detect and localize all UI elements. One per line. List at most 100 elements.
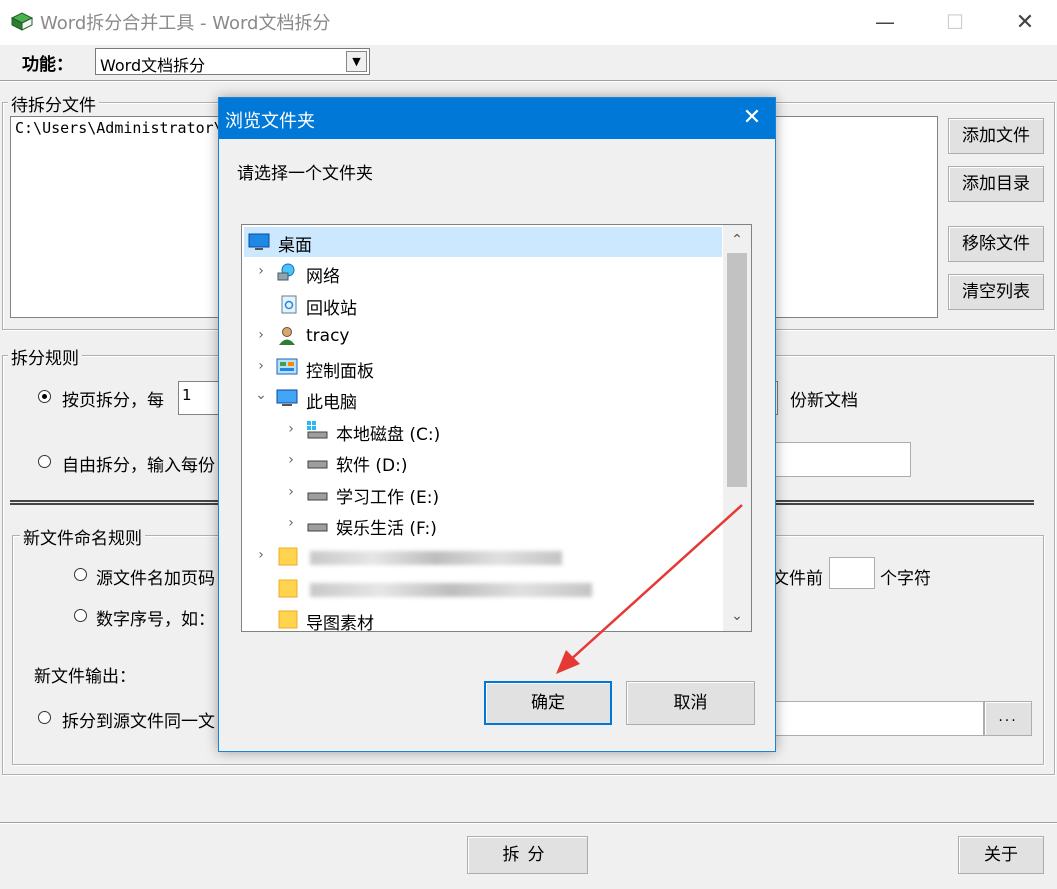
files-group-legend: 待拆分文件 bbox=[8, 91, 99, 116]
before-label: 文件前 bbox=[772, 569, 823, 589]
chevron-right-icon[interactable]: › bbox=[284, 452, 298, 468]
close-button[interactable]: ✕ bbox=[990, 0, 1057, 45]
ok-button[interactable]: 确定 bbox=[484, 681, 612, 725]
chars-label: 个字符 bbox=[880, 569, 931, 589]
chevron-right-icon[interactable]: › bbox=[254, 547, 268, 563]
tree-item-this-pc[interactable]: ⌄ 此电脑 bbox=[244, 384, 722, 414]
book-icon bbox=[10, 12, 34, 31]
remove-file-button[interactable]: 移除文件 bbox=[948, 226, 1044, 262]
minimize-button[interactable]: — bbox=[850, 0, 920, 45]
chevron-right-icon[interactable]: › bbox=[284, 515, 298, 531]
split-button[interactable]: 拆分 bbox=[467, 836, 588, 874]
tree-item-mind-map[interactable]: 导图素材 bbox=[244, 605, 722, 632]
tree-item-label: 回收站 bbox=[306, 299, 357, 319]
tree-item-drive-c[interactable]: › 本地磁盘 (C:) bbox=[244, 416, 722, 446]
free-split-radio[interactable] bbox=[38, 455, 51, 468]
tree-item-label: 网络 bbox=[306, 267, 340, 287]
chevron-right-icon[interactable]: › bbox=[284, 421, 298, 437]
tree-item-drive-f[interactable]: › 娱乐生活 (F:) bbox=[244, 510, 722, 540]
title-bar: Word拆分合并工具 - Word文档拆分 — ☐ ✕ bbox=[0, 0, 1057, 45]
drive-icon bbox=[307, 460, 328, 469]
blurred-text bbox=[310, 583, 592, 597]
same-folder-label: 拆分到源文件同一文 bbox=[62, 712, 215, 732]
split-rules-legend: 拆分规则 bbox=[8, 344, 82, 369]
pages-per-doc-input[interactable]: 1 bbox=[178, 381, 222, 415]
add-directory-button[interactable]: 添加目录 bbox=[948, 166, 1044, 202]
about-button[interactable]: 关于 bbox=[958, 836, 1044, 874]
folder-icon bbox=[278, 579, 298, 598]
control-panel-icon bbox=[276, 358, 298, 375]
drive-icon bbox=[307, 492, 328, 501]
blurred-text bbox=[310, 551, 562, 565]
tree-item-drive-e[interactable]: › 学习工作 (E:) bbox=[244, 479, 722, 509]
char-count-input[interactable] bbox=[829, 557, 875, 589]
output-path-input[interactable] bbox=[760, 701, 984, 736]
network-icon bbox=[277, 263, 295, 281]
source-name-page-label: 源文件名加页码 bbox=[96, 569, 215, 589]
folder-icon bbox=[278, 610, 298, 629]
tree-item-label: 本地磁盘 (C:) bbox=[336, 425, 441, 445]
clear-list-button[interactable]: 清空列表 bbox=[948, 274, 1044, 310]
tree-item-folder-blurred[interactable]: › bbox=[244, 542, 722, 572]
scrollbar-thumb[interactable] bbox=[727, 253, 747, 487]
computer-icon bbox=[276, 389, 298, 406]
folder-tree[interactable]: 桌面 › 网络 回收站 › tracy › 控制面板 ⌄ 此电脑 › 本地磁盘 … bbox=[241, 224, 752, 632]
drive-icon bbox=[307, 523, 328, 532]
tree-item-desktop[interactable]: 桌面 bbox=[244, 227, 722, 257]
dialog-prompt: 请选择一个文件夹 bbox=[237, 164, 373, 184]
split-by-page-label: 按页拆分，每 bbox=[62, 391, 164, 411]
tree-item-folder-blurred[interactable] bbox=[244, 574, 722, 604]
tree-item-recycle-bin[interactable]: 回收站 bbox=[244, 290, 722, 320]
free-split-input[interactable] bbox=[760, 442, 911, 477]
tree-item-network[interactable]: › 网络 bbox=[244, 258, 722, 288]
free-split-label: 自由拆分，输入每份 bbox=[62, 456, 215, 476]
chevron-right-icon[interactable]: › bbox=[254, 358, 268, 374]
maximize-button[interactable]: ☐ bbox=[920, 0, 990, 45]
tree-scrollbar[interactable]: ⌃ ⌄ bbox=[723, 225, 751, 631]
browse-button[interactable]: ... bbox=[984, 701, 1032, 736]
tree-item-drive-d[interactable]: › 软件 (D:) bbox=[244, 447, 722, 477]
function-label: 功能： bbox=[22, 55, 73, 75]
chevron-right-icon[interactable]: › bbox=[254, 327, 268, 343]
number-sequence-radio[interactable] bbox=[74, 609, 87, 622]
tree-item-label: 桌面 bbox=[278, 236, 312, 256]
divider bbox=[0, 80, 1057, 82]
dialog-close-button[interactable]: ✕ bbox=[729, 98, 775, 139]
window-title: Word拆分合并工具 - Word文档拆分 bbox=[40, 13, 331, 34]
add-file-button[interactable]: 添加文件 bbox=[948, 118, 1044, 154]
file-list-item[interactable]: C:\Users\Administrator\ bbox=[15, 119, 223, 137]
user-icon bbox=[279, 327, 295, 345]
tree-item-label: 此电脑 bbox=[306, 393, 357, 413]
recycle-bin-icon bbox=[281, 295, 297, 314]
tree-item-label: 软件 (D:) bbox=[336, 456, 408, 476]
chevron-down-icon[interactable]: ⌄ bbox=[254, 387, 268, 403]
dialog-title: 浏览文件夹 bbox=[225, 111, 315, 132]
tree-item-label: 导图素材 bbox=[306, 614, 374, 632]
tree-item-user[interactable]: › tracy bbox=[244, 322, 722, 352]
source-name-page-radio[interactable] bbox=[74, 568, 87, 581]
cancel-button[interactable]: 取消 bbox=[626, 681, 755, 725]
split-by-page-radio[interactable] bbox=[38, 390, 51, 403]
tree-item-label: 娱乐生活 (F:) bbox=[336, 519, 437, 539]
dialog-title-bar: 浏览文件夹 ✕ bbox=[219, 98, 775, 139]
tree-item-label: 学习工作 (E:) bbox=[336, 488, 440, 508]
chevron-right-icon[interactable]: › bbox=[284, 484, 298, 500]
folder-tree-rows: 桌面 › 网络 回收站 › tracy › 控制面板 ⌄ 此电脑 › 本地磁盘 … bbox=[242, 225, 722, 631]
pages-per-doc-value: 1 bbox=[182, 386, 192, 404]
dropdown-arrow-icon[interactable]: ▼ bbox=[346, 51, 367, 72]
number-sequence-label: 数字序号，如： bbox=[96, 610, 215, 630]
tree-item-label: 控制面板 bbox=[306, 362, 374, 382]
same-folder-radio[interactable] bbox=[38, 711, 51, 724]
output-label: 新文件输出： bbox=[34, 667, 136, 687]
divider bbox=[0, 822, 1057, 824]
scroll-down-icon[interactable]: ⌄ bbox=[723, 605, 751, 627]
new-doc-label: 份新文档 bbox=[790, 391, 858, 411]
folder-icon bbox=[278, 547, 298, 566]
naming-rules-legend: 新文件命名规则 bbox=[20, 524, 145, 549]
chevron-right-icon[interactable]: › bbox=[254, 263, 268, 279]
scroll-up-icon[interactable]: ⌃ bbox=[723, 229, 751, 251]
tree-item-control-panel[interactable]: › 控制面板 bbox=[244, 353, 722, 383]
function-select[interactable]: Word文档拆分 ▼ bbox=[95, 48, 370, 75]
function-select-value: Word文档拆分 bbox=[100, 56, 206, 75]
system-drive-icon bbox=[307, 421, 328, 439]
